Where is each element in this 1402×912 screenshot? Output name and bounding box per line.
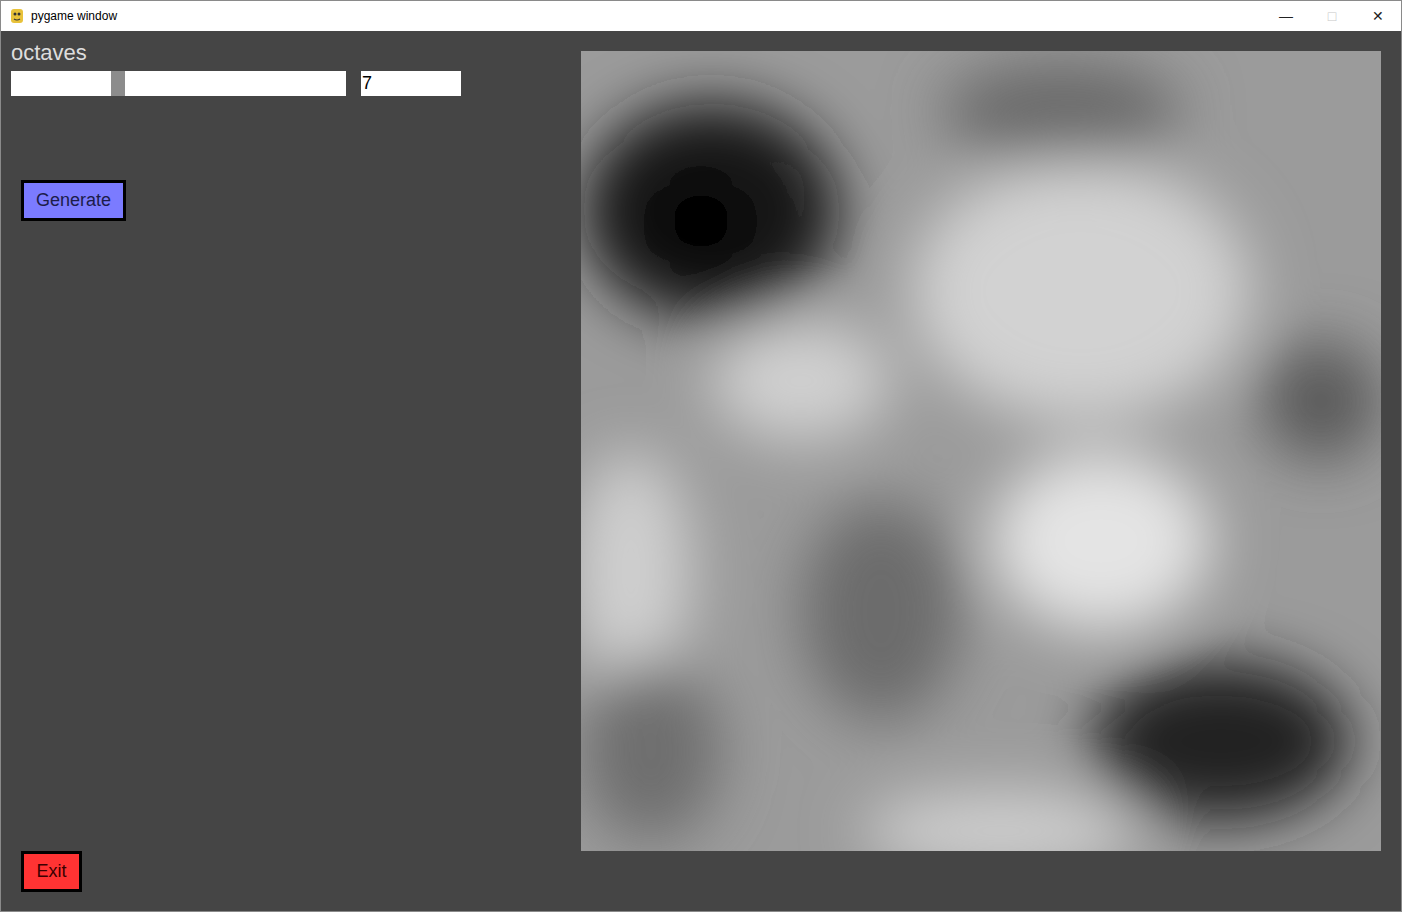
control-row: octaves 7 <box>1 39 581 96</box>
control-panel: octaves 7 Generate Exit <box>1 31 581 911</box>
pygame-window: pygame window —□✕ octaves 7 Generate Exit <box>0 0 1402 912</box>
window-control[interactable]: ✕ <box>1355 1 1401 31</box>
noise-map <box>581 51 1381 851</box>
window-control[interactable]: □ <box>1309 1 1355 31</box>
window-title: pygame window <box>31 7 117 25</box>
map-panel <box>581 31 1381 911</box>
slider[interactable] <box>11 71 346 96</box>
pygame-icon <box>9 8 25 24</box>
value-field[interactable]: 7 <box>361 71 461 96</box>
slider-handle[interactable] <box>111 71 125 96</box>
title-bar: pygame window —□✕ <box>1 1 1401 31</box>
generate-button[interactable]: Generate <box>21 180 126 221</box>
control-label: octaves <box>11 39 581 67</box>
exit-button[interactable]: Exit <box>21 851 82 892</box>
window-control[interactable]: — <box>1263 1 1309 31</box>
content: octaves 7 Generate Exit <box>1 31 1401 911</box>
